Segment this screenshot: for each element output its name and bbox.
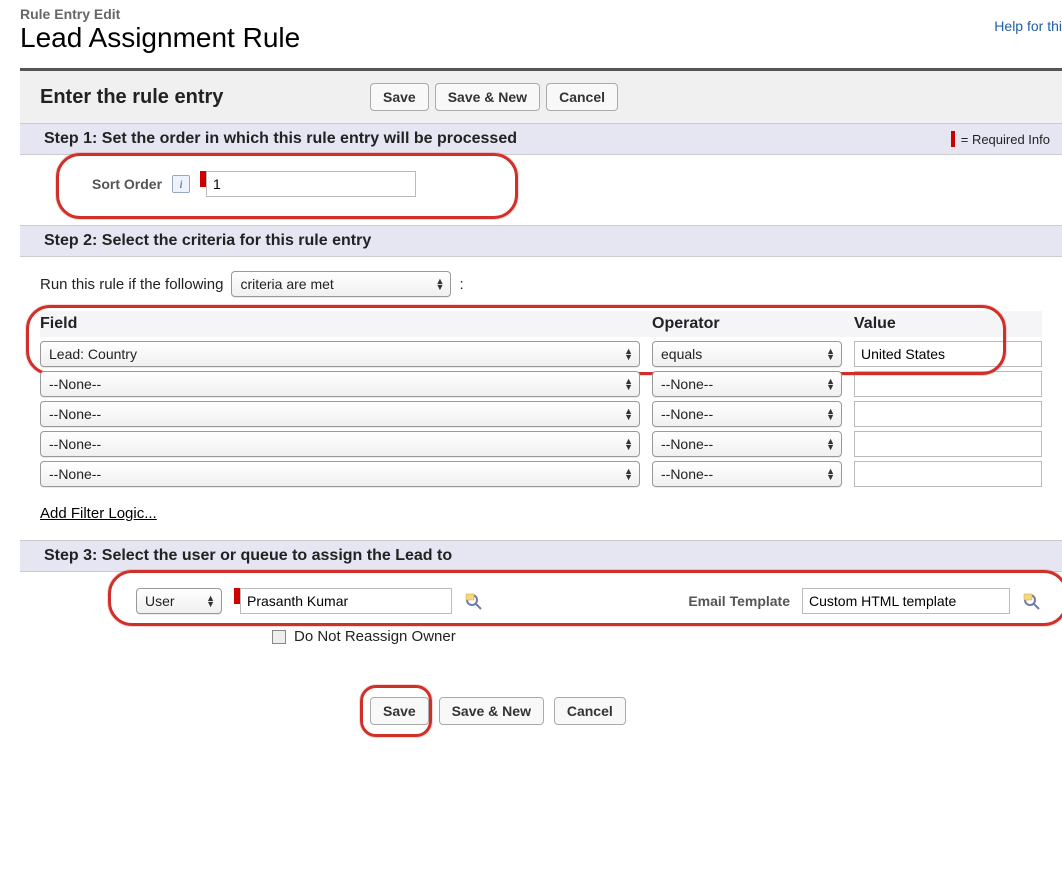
criteria-value-input[interactable] [854, 431, 1042, 457]
criteria-operator-select[interactable]: --None-- ▲▼ [652, 401, 842, 427]
chevron-updown-icon: ▲▼ [206, 595, 215, 607]
col-operator: Operator [652, 315, 842, 333]
save-new-button-bottom[interactable]: Save & New [439, 697, 544, 725]
lookup-icon[interactable] [1022, 592, 1042, 610]
page-subtitle: Rule Entry Edit [20, 6, 300, 22]
criteria-mode-select[interactable]: criteria are met ▲▼ [231, 271, 451, 297]
chevron-updown-icon: ▲▼ [624, 438, 633, 450]
chevron-updown-icon: ▲▼ [624, 408, 633, 420]
criteria-row: Lead: Country ▲▼ equals ▲▼ [40, 341, 1042, 367]
criteria-value-input[interactable] [854, 371, 1042, 397]
do-not-reassign-checkbox[interactable] [272, 630, 286, 644]
chevron-updown-icon: ▲▼ [826, 378, 835, 390]
criteria-field-select[interactable]: --None-- ▲▼ [40, 401, 640, 427]
criteria-operator-select[interactable]: --None-- ▲▼ [652, 461, 842, 487]
criteria-row: --None-- ▲▼ --None-- ▲▼ [40, 401, 1042, 427]
step3-title: Step 3: Select the user or queue to assi… [44, 547, 452, 565]
required-bar-icon [951, 131, 955, 147]
chevron-updown-icon: ▲▼ [826, 438, 835, 450]
criteria-value-input[interactable] [854, 341, 1042, 367]
chevron-updown-icon: ▲▼ [624, 468, 633, 480]
criteria-row: --None-- ▲▼ --None-- ▲▼ [40, 461, 1042, 487]
help-link[interactable]: Help for thi [994, 18, 1062, 34]
col-value: Value [854, 315, 1042, 333]
criteria-field-select[interactable]: --None-- ▲▼ [40, 461, 640, 487]
chevron-updown-icon: ▲▼ [826, 468, 835, 480]
add-filter-logic-link[interactable]: Add Filter Logic... [40, 505, 157, 522]
required-legend: = Required Info [951, 131, 1050, 147]
criteria-operator-select[interactable]: equals ▲▼ [652, 341, 842, 367]
do-not-reassign-label: Do Not Reassign Owner [294, 628, 456, 645]
col-field: Field [40, 315, 640, 333]
save-button-top[interactable]: Save [370, 83, 429, 111]
chevron-updown-icon: ▲▼ [624, 378, 633, 390]
info-icon[interactable]: i [172, 175, 190, 193]
step1-title: Step 1: Set the order in which this rule… [44, 130, 517, 148]
email-template-input[interactable] [802, 588, 1010, 614]
assign-type-select[interactable]: User ▲▼ [136, 588, 222, 614]
page-title: Lead Assignment Rule [20, 22, 300, 54]
save-new-button-top[interactable]: Save & New [435, 83, 540, 111]
sort-order-label: Sort Order [92, 176, 162, 192]
chevron-updown-icon: ▲▼ [826, 408, 835, 420]
cancel-button-top[interactable]: Cancel [546, 83, 618, 111]
cancel-button-bottom[interactable]: Cancel [554, 697, 626, 725]
save-button-bottom[interactable]: Save [370, 697, 429, 725]
criteria-intro-colon: : [459, 276, 463, 293]
criteria-field-select[interactable]: --None-- ▲▼ [40, 371, 640, 397]
criteria-row: --None-- ▲▼ --None-- ▲▼ [40, 431, 1042, 457]
criteria-operator-select[interactable]: --None-- ▲▼ [652, 371, 842, 397]
section-heading: Enter the rule entry [40, 86, 370, 109]
email-template-label: Email Template [648, 593, 790, 609]
criteria-field-select[interactable]: --None-- ▲▼ [40, 431, 640, 457]
criteria-value-input[interactable] [854, 401, 1042, 427]
criteria-value-input[interactable] [854, 461, 1042, 487]
sort-order-input[interactable] [206, 171, 416, 197]
chevron-updown-icon: ▲▼ [826, 348, 835, 360]
criteria-intro-text: Run this rule if the following [40, 276, 223, 293]
criteria-field-select[interactable]: Lead: Country ▲▼ [40, 341, 640, 367]
chevron-updown-icon: ▲▼ [436, 278, 445, 290]
chevron-updown-icon: ▲▼ [624, 348, 633, 360]
lookup-icon[interactable] [464, 592, 484, 610]
criteria-row: --None-- ▲▼ --None-- ▲▼ [40, 371, 1042, 397]
criteria-operator-select[interactable]: --None-- ▲▼ [652, 431, 842, 457]
assign-user-input[interactable] [240, 588, 452, 614]
step2-title: Step 2: Select the criteria for this rul… [44, 232, 371, 250]
